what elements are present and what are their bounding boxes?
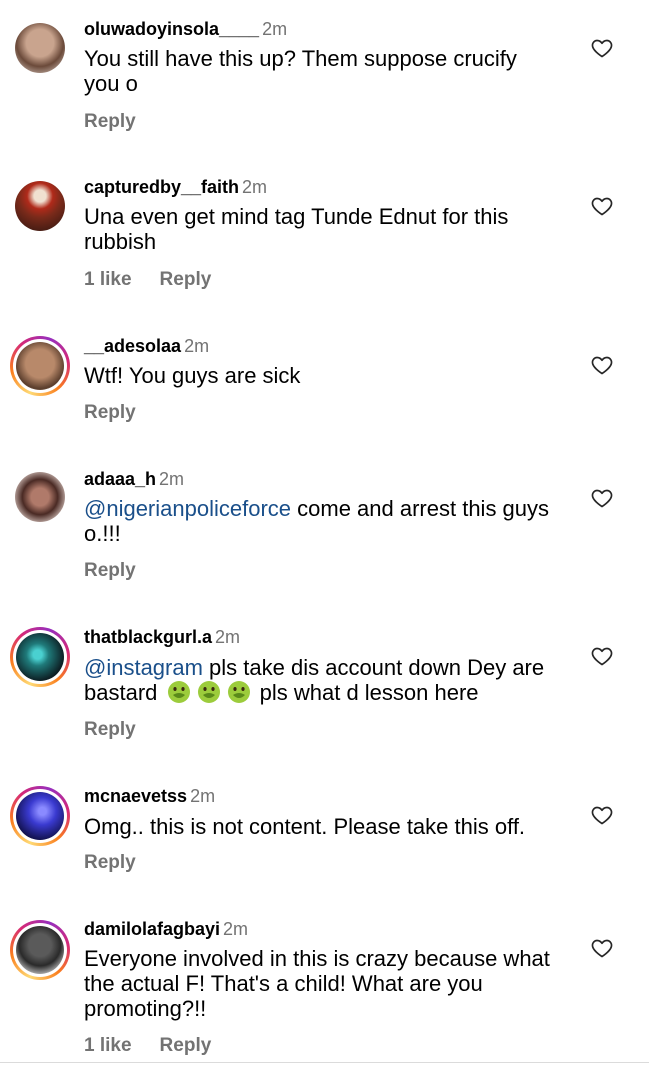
comment-username[interactable]: capturedby__faith [84,177,239,197]
heart-outline-icon[interactable] [590,353,614,377]
comment-username[interactable]: oluwadoyinsola____ [84,19,259,39]
reply-button[interactable]: Reply [84,111,136,132]
comment-time: 2m [159,469,185,489]
mention-link[interactable]: @nigerianpoliceforce [84,496,291,521]
heart-outline-icon[interactable] [590,486,614,510]
comment-text: Una even get mind tag Tunde Ednut for th… [84,204,509,254]
heart-outline-icon[interactable] [590,803,614,827]
comment-time: 2m [184,336,210,356]
nauseated-face-emoji-icon [227,681,250,703]
mention-link[interactable]: @instagram [84,655,203,680]
comment-username[interactable]: __adesolaa [84,336,181,356]
comment-text: You still have this up? Them suppose cru… [84,46,517,96]
avatar[interactable] [10,336,70,396]
comment-text: @nigerianpoliceforce come and arrest thi… [84,496,554,546]
comment-time: 2m [223,919,249,939]
nauseated-face-emoji-icon [197,681,220,703]
reply-button[interactable]: Reply [160,1035,212,1056]
comment-time: 2m [262,19,288,39]
comment-username[interactable]: thatblackgurl.a [84,627,212,647]
avatar[interactable] [10,920,70,980]
comment-text: Everyone involved in this is crazy becau… [84,946,550,1021]
reply-button[interactable]: Reply [84,719,136,740]
comment-time: 2m [190,786,216,806]
reply-button[interactable]: Reply [84,560,136,581]
avatar[interactable] [10,786,70,846]
comment-username[interactable]: damilolafagbayi [84,919,220,939]
heart-outline-icon[interactable] [590,194,614,218]
nauseated-face-emoji-icon [167,681,190,703]
likes-count[interactable]: 1 like [84,269,132,290]
comment-time: 2m [242,177,268,197]
avatar[interactable] [10,627,70,687]
reply-button[interactable]: Reply [84,402,136,423]
heart-outline-icon[interactable] [590,36,614,60]
comment-username[interactable]: adaaa_h [84,469,156,489]
avatar[interactable] [10,467,70,527]
divider [0,1062,649,1063]
comment-text: @instagram pls take dis account down Dey… [84,655,554,705]
comment-time: 2m [215,627,241,647]
heart-outline-icon[interactable] [590,936,614,960]
comment-text: Wtf! You guys are sick [84,363,301,388]
comment-username[interactable]: mcnaevetss [84,786,187,806]
comment-text-tail: pls what d lesson here [253,680,479,705]
heart-outline-icon[interactable] [590,644,614,668]
comment-text: Omg.. this is not content. Please take t… [84,814,526,839]
reply-button[interactable]: Reply [84,852,136,873]
likes-count[interactable]: 1 like [84,1035,132,1056]
avatar[interactable] [10,18,70,78]
reply-button[interactable]: Reply [160,269,212,290]
avatar[interactable] [10,176,70,236]
